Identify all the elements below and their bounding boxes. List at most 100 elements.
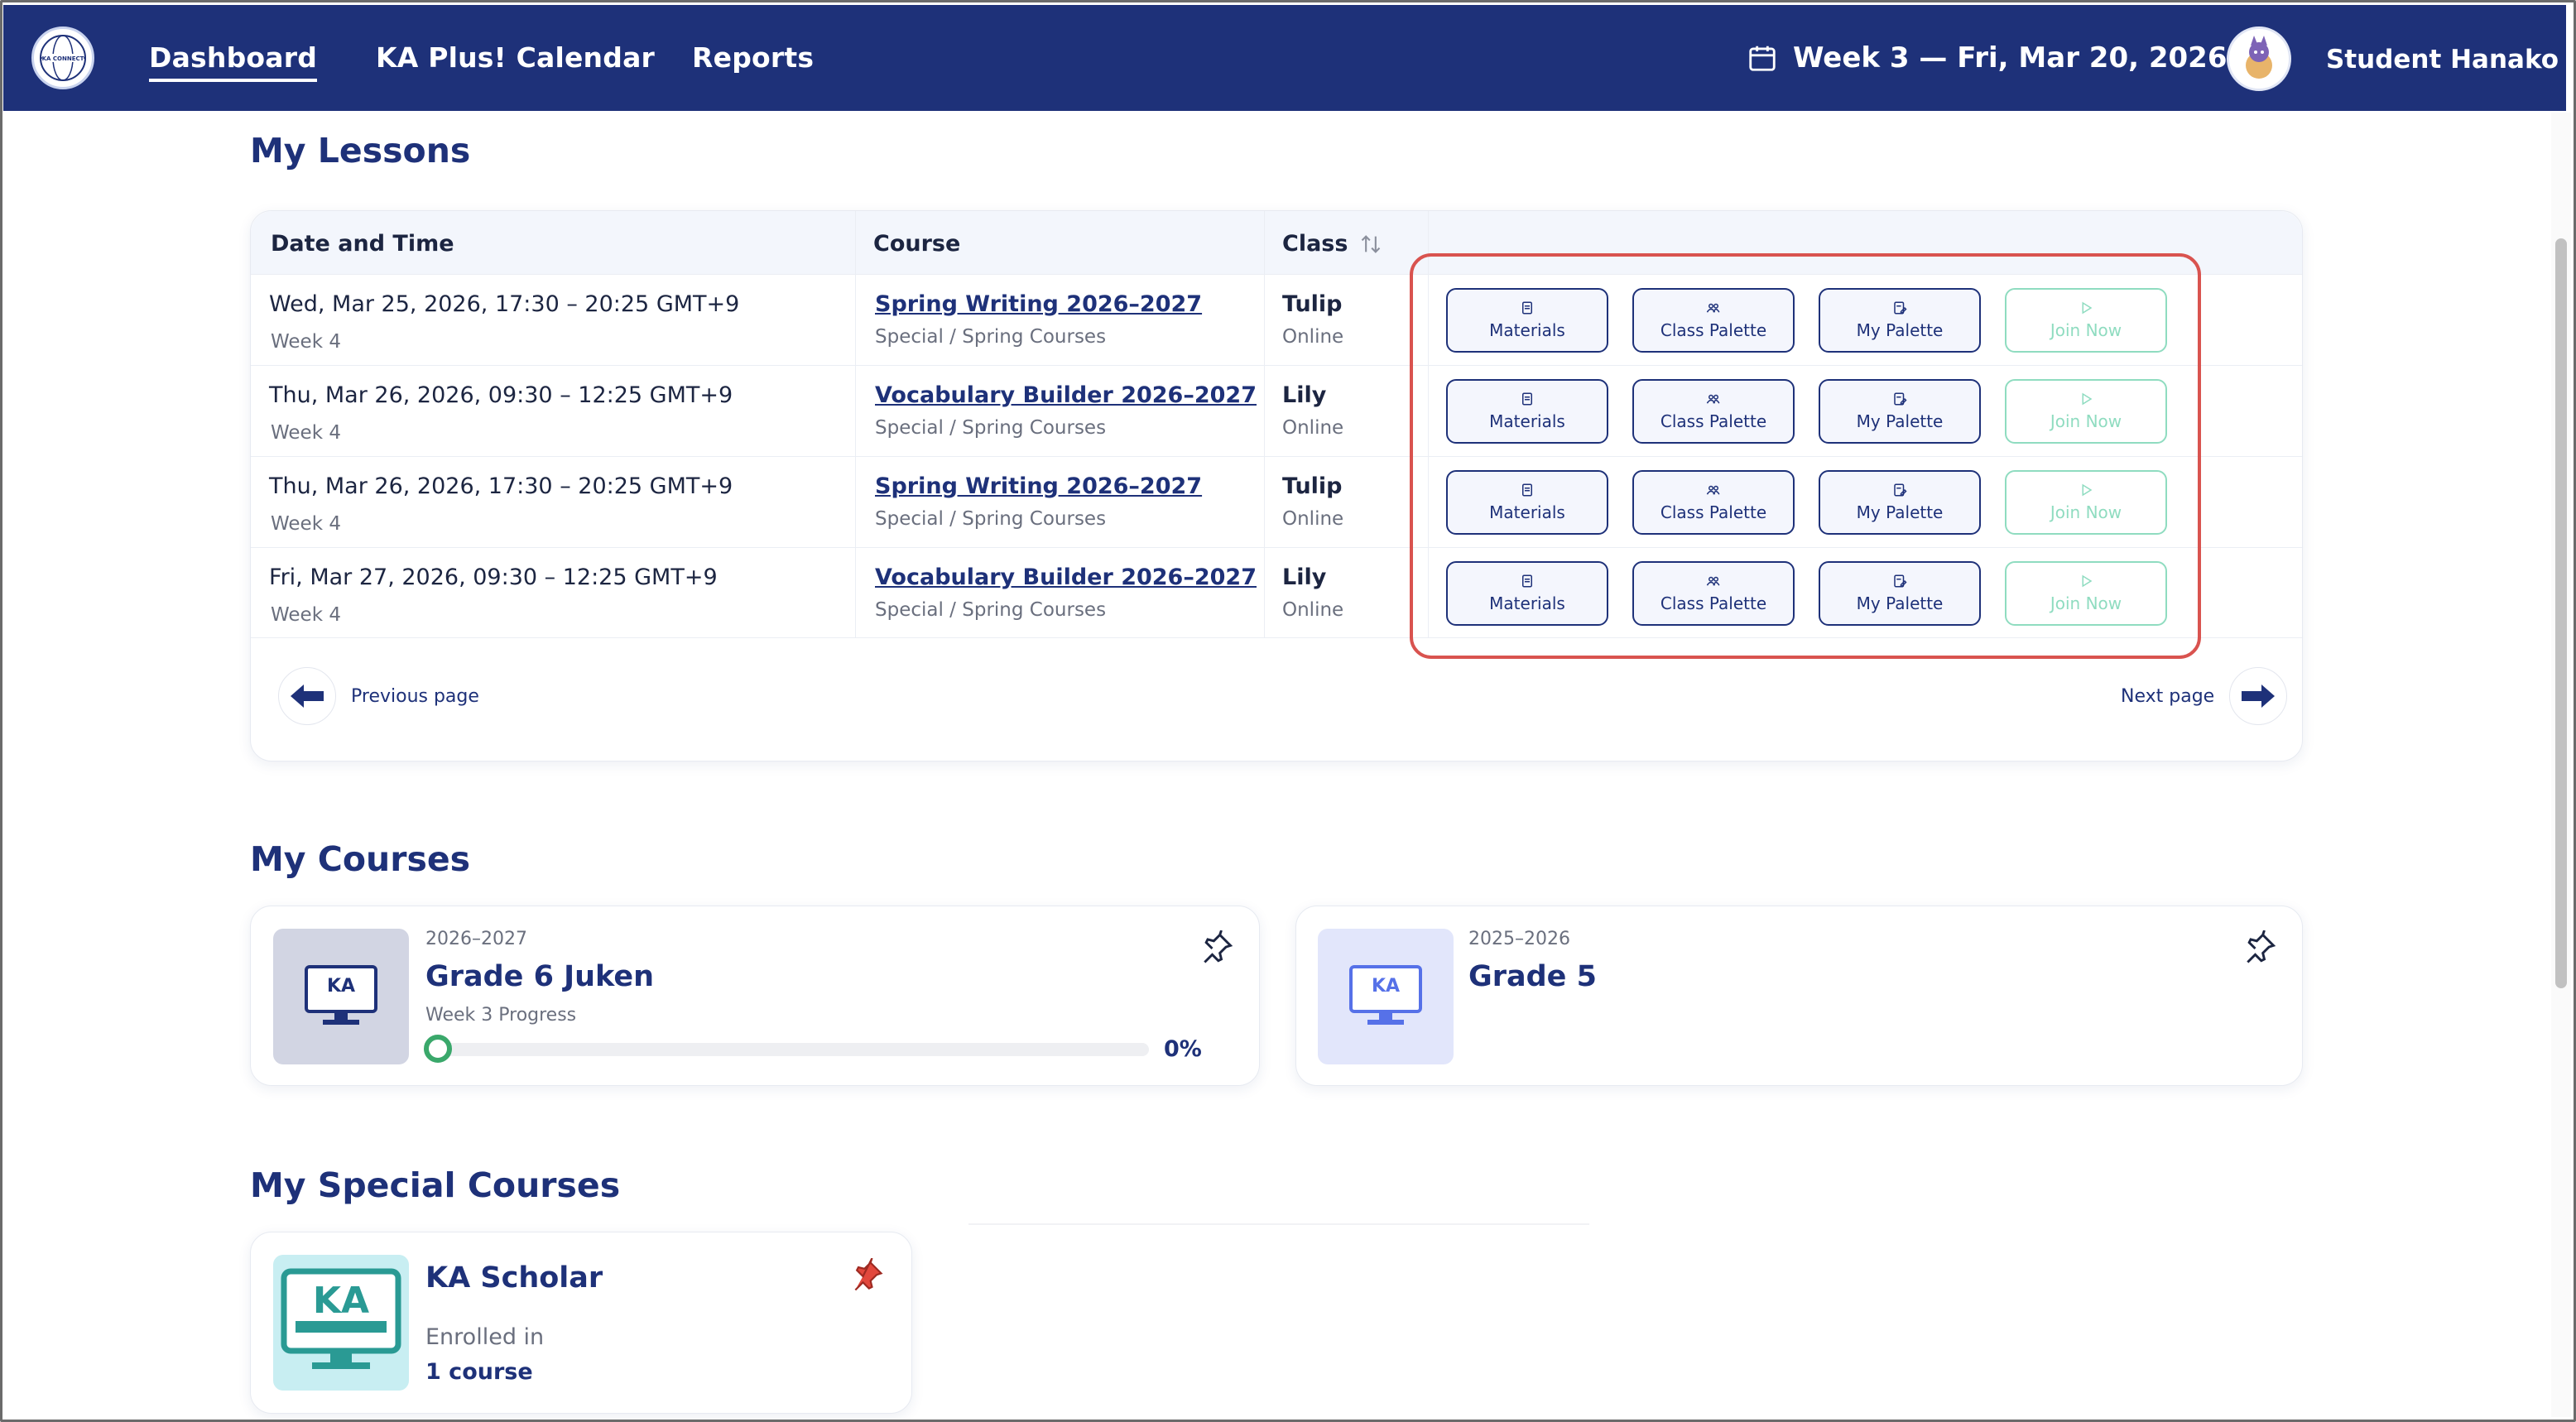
top-nav: KA CONNECT Dashboard KA Plus! Calendar R… (3, 5, 2566, 111)
user-name[interactable]: Student Hanako (2326, 45, 2559, 74)
my-palette-button[interactable]: My Palette (1819, 561, 1981, 626)
materials-label: Materials (1489, 502, 1565, 522)
group-icon (1706, 576, 1720, 586)
pin-icon[interactable] (2242, 930, 2278, 967)
lesson-datetime: Thu, Mar 26, 2026, 17:30 – 20:25 GMT+9 (269, 473, 733, 499)
my-palette-label: My Palette (1856, 411, 1944, 431)
my-palette-button[interactable]: My Palette (1819, 470, 1981, 535)
class-palette-button[interactable]: Class Palette (1632, 379, 1795, 444)
header-course: Course (873, 231, 961, 257)
class-name: Lily (1282, 382, 1327, 408)
class-mode: Online (1282, 508, 1344, 530)
class-palette-button[interactable]: Class Palette (1632, 288, 1795, 353)
table-row: Thu, Mar 26, 2026, 09:30 – 12:25 GMT+9 W… (251, 365, 2302, 456)
course-link[interactable]: Vocabulary Builder 2026–2027 (875, 564, 1257, 590)
next-page-label[interactable]: Next page (2121, 686, 2214, 707)
previous-page-label[interactable]: Previous page (351, 686, 479, 707)
note-edit-icon (1894, 483, 1907, 497)
my-courses-title: My Courses (250, 839, 471, 879)
course-category: Special / Spring Courses (875, 417, 1107, 439)
my-palette-button[interactable]: My Palette (1819, 379, 1981, 444)
course-link[interactable]: Spring Writing 2026–2027 (875, 473, 1202, 499)
calendar-icon (1749, 46, 1776, 71)
class-mode: Online (1282, 599, 1344, 621)
table-header (251, 211, 2302, 274)
avatar[interactable] (2227, 26, 2291, 91)
my-palette-button[interactable]: My Palette (1819, 288, 1981, 353)
progress-percent: 0% (1164, 1036, 1202, 1062)
class-name: Tulip (1282, 473, 1343, 499)
course-thumbnail: KA (273, 929, 409, 1064)
materials-label: Materials (1489, 411, 1565, 431)
lesson-datetime: Wed, Mar 25, 2026, 17:30 – 20:25 GMT+9 (269, 291, 740, 317)
class-palette-button[interactable]: Class Palette (1632, 470, 1795, 535)
class-palette-label: Class Palette (1660, 411, 1767, 431)
document-icon (1522, 301, 1532, 315)
my-palette-label: My Palette (1856, 502, 1944, 522)
materials-button[interactable]: Materials (1446, 470, 1608, 535)
join-now-button[interactable]: Join Now (2005, 470, 2167, 535)
my-lessons-title: My Lessons (250, 131, 471, 171)
page-scrollbar-thumb[interactable] (2555, 238, 2567, 988)
join-now-button[interactable]: Join Now (2005, 561, 2167, 626)
lesson-datetime: Fri, Mar 27, 2026, 09:30 – 12:25 GMT+9 (269, 564, 718, 590)
lesson-week: Week 4 (271, 513, 341, 535)
pin-icon[interactable] (1199, 930, 1235, 967)
previous-page-button[interactable]: Previous page (278, 667, 479, 725)
document-icon (1522, 574, 1532, 588)
enrolled-label: Enrolled in (425, 1324, 545, 1350)
group-icon (1706, 485, 1720, 495)
class-name: Lily (1282, 564, 1327, 590)
svg-text:KA: KA (313, 1280, 369, 1322)
lesson-week: Week 4 (271, 604, 341, 626)
progress-bar (442, 1043, 1149, 1056)
my-special-courses-title: My Special Courses (250, 1165, 621, 1205)
ka-connect-logo[interactable]: KA CONNECT (31, 26, 94, 89)
lesson-week: Week 4 (271, 331, 341, 353)
group-icon (1706, 303, 1720, 313)
class-name: Tulip (1282, 291, 1343, 317)
class-palette-label: Class Palette (1660, 320, 1767, 340)
sort-icon[interactable] (1359, 233, 1382, 256)
my-palette-label: My Palette (1856, 320, 1944, 340)
lessons-table-card: Date and Time Course Class Wed, Mar 25, … (250, 210, 2303, 761)
arrow-right-icon[interactable] (2229, 667, 2288, 725)
course-title[interactable]: Grade 5 (1468, 960, 1597, 993)
svg-text:KA: KA (327, 976, 355, 997)
course-link[interactable]: Vocabulary Builder 2026–2027 (875, 382, 1257, 408)
course-title[interactable]: Grade 6 Juken (425, 960, 654, 993)
course-year: 2025–2026 (1468, 929, 1570, 949)
my-palette-label: My Palette (1856, 593, 1944, 613)
course-category: Special / Spring Courses (875, 508, 1107, 530)
course-thumbnail: KA (273, 1255, 409, 1391)
note-edit-icon (1894, 392, 1907, 406)
course-year: 2026–2027 (425, 929, 527, 949)
class-palette-label: Class Palette (1660, 502, 1767, 522)
lesson-week: Week 4 (271, 422, 341, 444)
arrow-left-icon[interactable] (278, 667, 336, 725)
join-now-button[interactable]: Join Now (2005, 288, 2167, 353)
class-palette-button[interactable]: Class Palette (1632, 561, 1795, 626)
join-now-label: Join Now (2050, 411, 2122, 431)
document-icon (1522, 392, 1532, 406)
next-page-button[interactable]: Next page (2121, 667, 2288, 725)
special-course-title[interactable]: KA Scholar (425, 1261, 603, 1295)
table-row: Thu, Mar 26, 2026, 17:30 – 20:25 GMT+9 W… (251, 456, 2302, 547)
course-link[interactable]: Spring Writing 2026–2027 (875, 291, 1202, 317)
nav-reports[interactable]: Reports (692, 41, 814, 74)
lesson-datetime: Thu, Mar 26, 2026, 09:30 – 12:25 GMT+9 (269, 382, 733, 408)
materials-button[interactable]: Materials (1446, 288, 1608, 353)
group-icon (1706, 394, 1720, 404)
nav-ka-plus-calendar[interactable]: KA Plus! Calendar (376, 41, 655, 74)
play-icon (2082, 301, 2093, 315)
class-mode: Online (1282, 417, 1344, 439)
join-now-button[interactable]: Join Now (2005, 379, 2167, 444)
table-row: Wed, Mar 25, 2026, 17:30 – 20:25 GMT+9 W… (251, 274, 2302, 365)
materials-button[interactable]: Materials (1446, 561, 1608, 626)
join-now-label: Join Now (2050, 320, 2122, 340)
pin-icon-active[interactable] (849, 1258, 886, 1295)
enrolled-count: 1 course (425, 1359, 533, 1385)
nav-dashboard[interactable]: Dashboard (149, 41, 318, 82)
header-class[interactable]: Class (1282, 231, 1382, 257)
materials-button[interactable]: Materials (1446, 379, 1608, 444)
